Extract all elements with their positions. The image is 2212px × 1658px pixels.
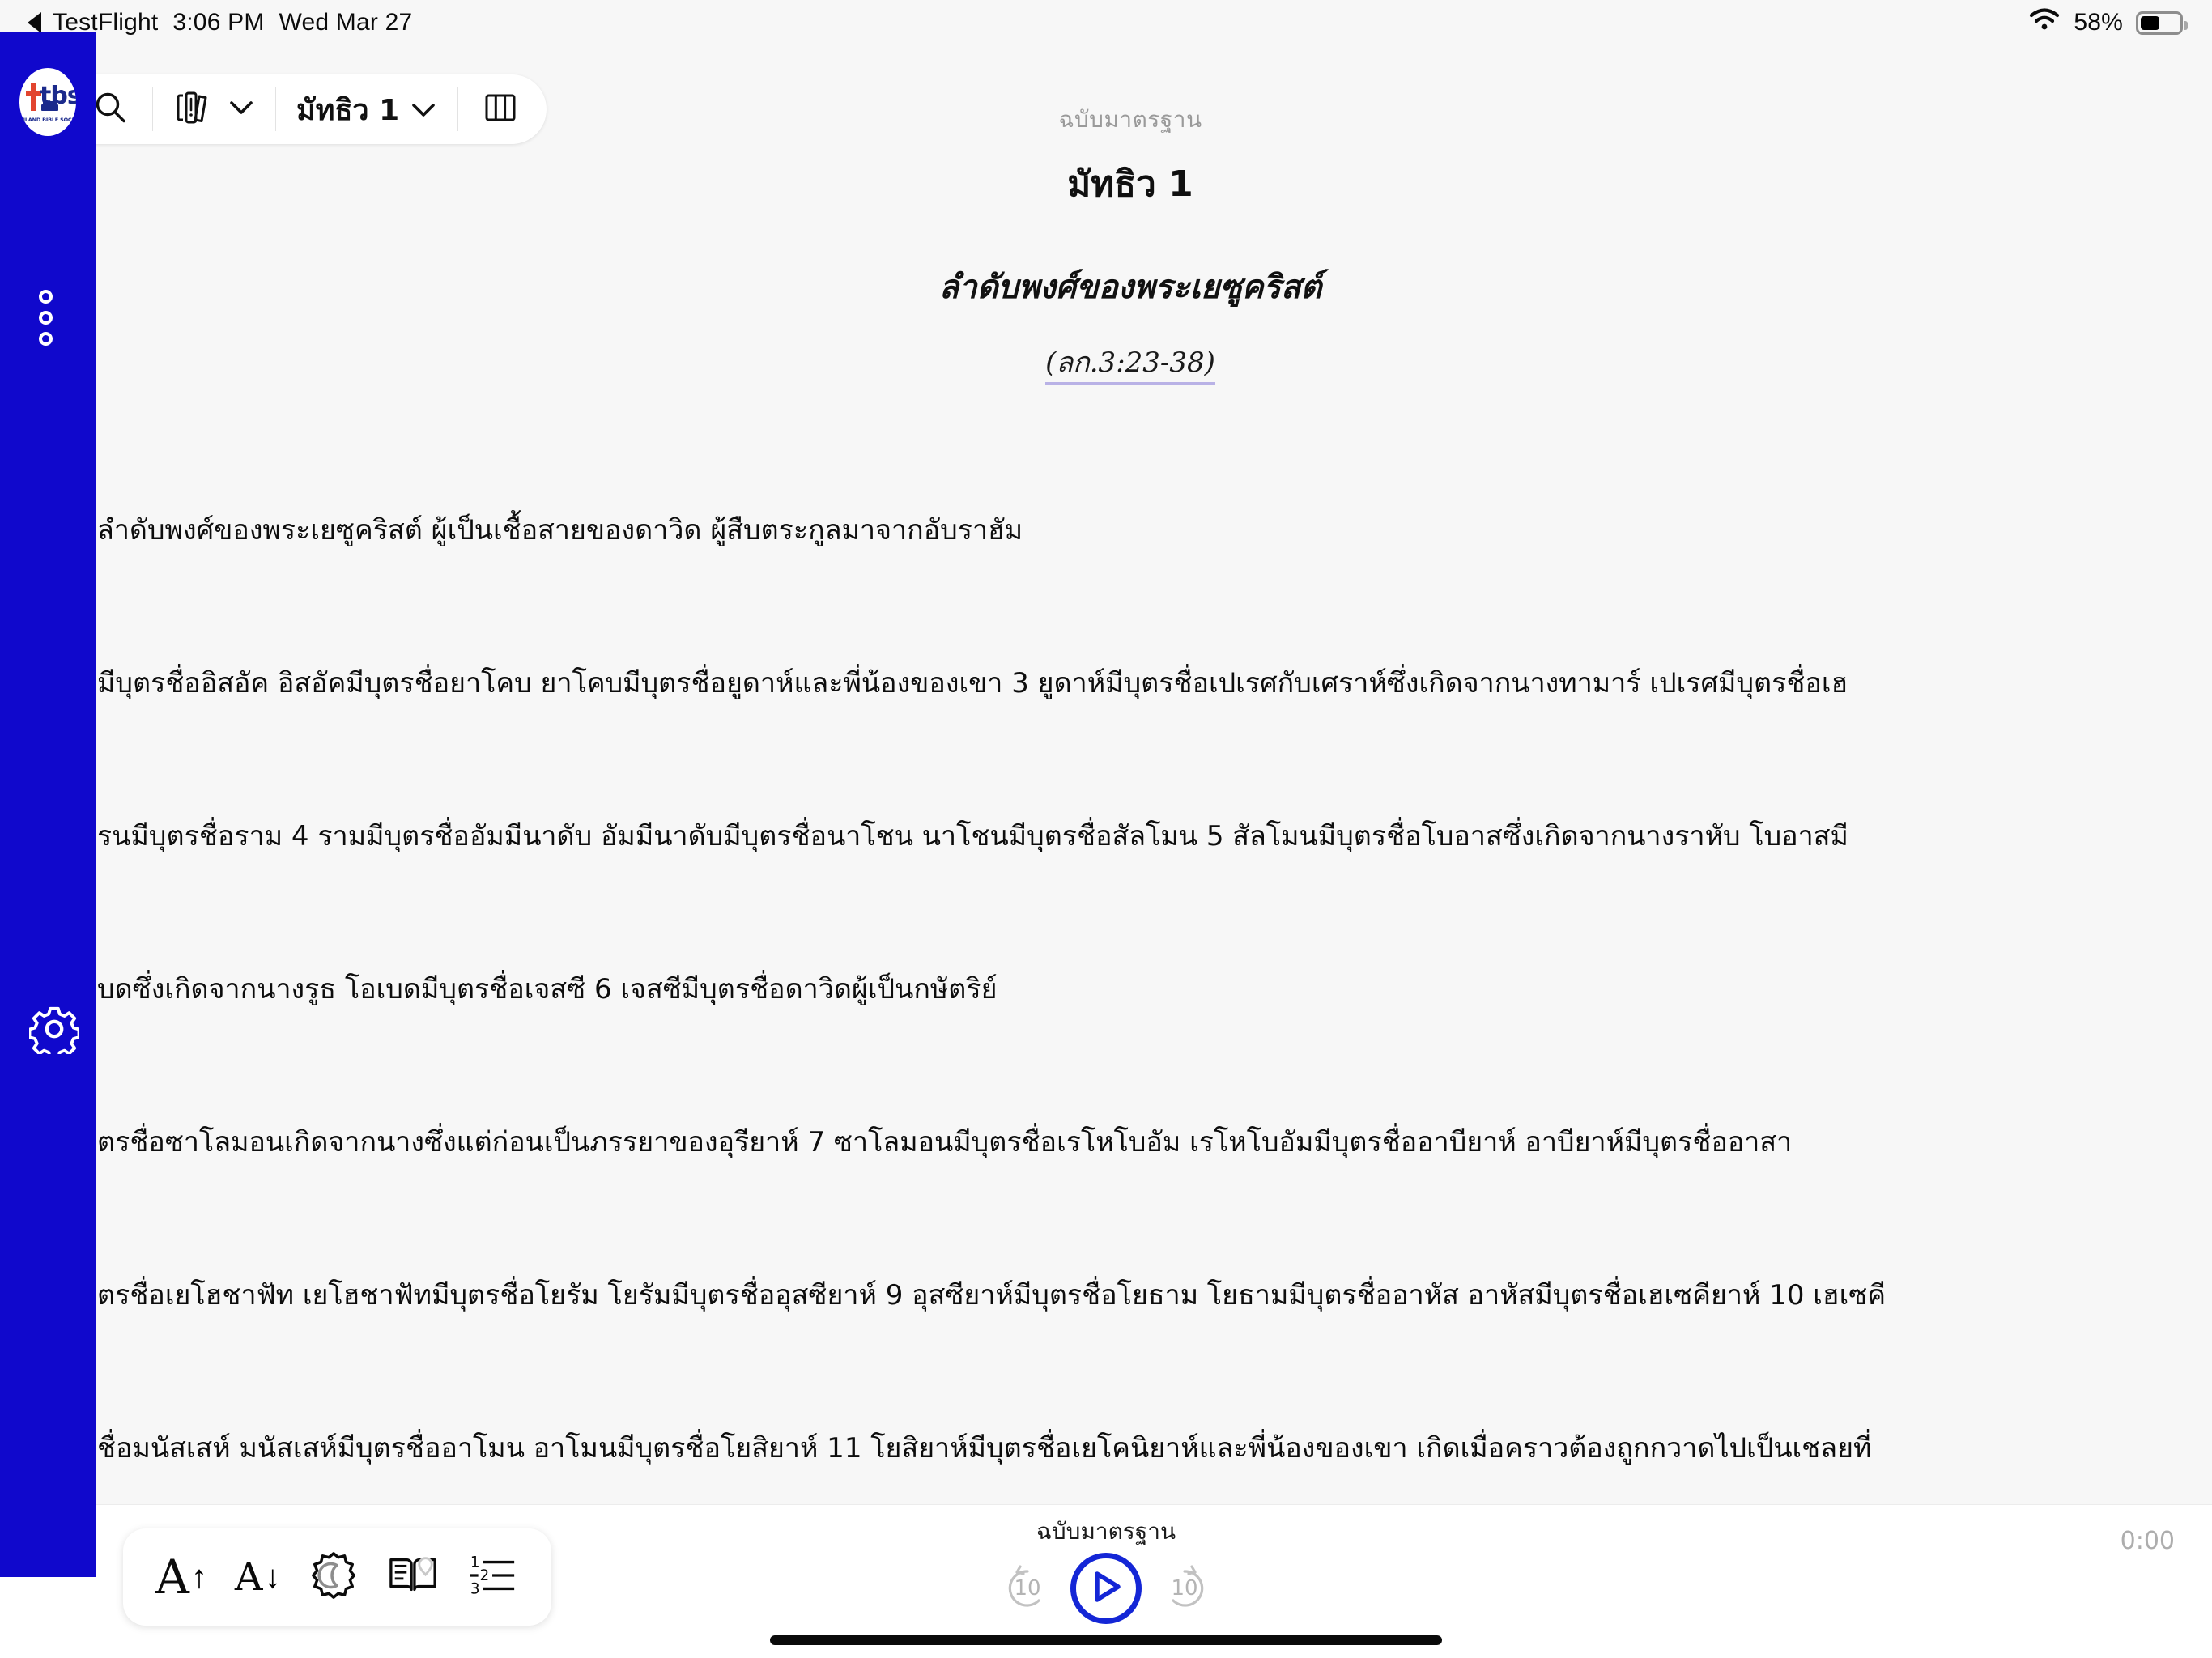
books-icon xyxy=(173,87,215,133)
columns-layout-icon xyxy=(482,89,519,130)
tbs-logo-caption: THAILAND BIBLE SOCIETY xyxy=(19,116,76,123)
tbs-logo-mark: tbs xyxy=(25,82,76,116)
text-line: ตรชื่อเยโฮชาฟัท เยโฮชาฟัทมีบุตรชื่อโยรัม… xyxy=(97,1279,1887,1312)
text-line: รนมีบุตรชื่อราม 4 รามมีบุตรชื่ออัมมีนาดั… xyxy=(97,820,1848,852)
chapter-title: มัทธิว 1 xyxy=(1067,164,1193,205)
study-book-button[interactable] xyxy=(386,1550,440,1605)
skip-forward-10-label: 10 xyxy=(1171,1576,1198,1601)
audio-controls: 10 10 xyxy=(1002,1553,1210,1624)
dark-mode-button[interactable] xyxy=(308,1550,359,1605)
bottom-bar-divider xyxy=(0,1504,2212,1505)
font-increase-button[interactable]: A ↑ xyxy=(155,1554,207,1601)
columns-layout-button[interactable] xyxy=(457,74,547,144)
gear-icon[interactable] xyxy=(28,1004,81,1060)
format-toolbar: A ↑ A ↓ 1 2 3 xyxy=(123,1528,551,1626)
font-decrease-button[interactable]: A ↓ xyxy=(235,1558,281,1596)
status-bar-right: 58% xyxy=(2028,7,2188,38)
chapter-selector-button[interactable]: มัทธิว 1 xyxy=(275,74,457,144)
svg-text:2: 2 xyxy=(479,1567,489,1584)
genealogy-paragraph[interactable]: ลำดับพงศ์ของพระเยซูคริสต์ ผู้เป็นเชื้อสา… xyxy=(0,403,2163,1504)
chevron-down-icon xyxy=(410,92,436,126)
audio-version-label: ฉบับมาตรฐาน xyxy=(1036,1518,1176,1545)
font-increase-letter: A xyxy=(155,1550,189,1605)
wifi-icon xyxy=(2028,7,2061,38)
text-line: มีบุตรชื่ออิสอัค อิสอัคมีบุตรชื่อยาโคบ ย… xyxy=(97,667,1848,699)
chevron-down-icon xyxy=(228,99,254,121)
text-line: ตรชื่อซาโลมอนเกิดจากนางซึ่งแต่ก่อนเป็นภร… xyxy=(97,1126,1793,1158)
reader-content: ฉบับมาตรฐาน มัทธิว 1 ลำดับพงศ์ของพระเยซู… xyxy=(97,45,2163,1504)
text-line: บดซึ่งเกิดจากนางรูธ โอเบดมีบุตรชื่อเจสซี… xyxy=(97,973,998,1005)
verse-numbers-icon: 1 2 3 xyxy=(467,1551,519,1604)
skip-back-10-button[interactable]: 10 xyxy=(1002,1563,1053,1613)
skip-forward-10-button[interactable]: 10 xyxy=(1159,1563,1210,1613)
skip-back-10-label: 10 xyxy=(1014,1576,1041,1601)
font-increase-arrow: ↑ xyxy=(190,1558,207,1595)
font-decrease-arrow: ↓ xyxy=(264,1558,281,1595)
text-line: ชื่อมนัสเสห์ มนัสเสห์มีบุตรชื่ออาโมน อาโ… xyxy=(97,1432,1872,1465)
dark-mode-icon xyxy=(308,1550,359,1605)
app-root: TestFlight 3:06 PM Wed Mar 27 58% ฉบับมา… xyxy=(0,0,2212,1658)
search-icon xyxy=(91,88,130,131)
section-crossref-genealogy[interactable]: (ลก.3:23-38) xyxy=(97,340,2163,385)
more-vertical-icon[interactable] xyxy=(39,290,53,346)
chapter-selector-label: มัทธิว 1 xyxy=(296,93,400,127)
play-icon xyxy=(1088,1568,1124,1609)
audio-elapsed-time: 0:00 xyxy=(2120,1527,2175,1555)
status-time: 3:06 PM xyxy=(172,9,265,36)
svg-text:1: 1 xyxy=(470,1554,479,1571)
left-sidebar[interactable]: tbs THAILAND BIBLE SOCIETY xyxy=(0,32,96,1577)
battery-percent: 58% xyxy=(2074,9,2123,36)
reader-page: ฉบับมาตรฐาน มัทธิว 1 ลำดับพงศ์ของพระเยซู… xyxy=(0,45,2212,1504)
books-selector-button[interactable] xyxy=(152,74,275,144)
top-toolbar: มัทธิว 1 xyxy=(58,74,547,144)
svg-text:3: 3 xyxy=(470,1580,479,1597)
home-indicator[interactable] xyxy=(770,1635,1442,1645)
text-line: ลำดับพงศ์ของพระเยซูคริสต์ ผู้เป็นเชื้อสา… xyxy=(97,514,1023,546)
section-heading-genealogy: ลำดับพงศ์ของพระเยซูคริสต์ xyxy=(938,269,1322,306)
font-decrease-letter: A xyxy=(234,1554,263,1600)
study-book-icon xyxy=(386,1550,440,1605)
audio-player: ฉบับมาตรฐาน 10 10 xyxy=(823,1514,1389,1624)
verse-numbers-button[interactable]: 1 2 3 xyxy=(467,1551,519,1604)
battery-icon xyxy=(2136,11,2188,35)
bottom-bar: A ↑ A ↓ 1 2 3 ฉบับมาตรฐาน 10 10 0:00 xyxy=(0,1504,2212,1658)
status-date: Wed Mar 27 xyxy=(279,9,413,36)
status-bar: TestFlight 3:06 PM Wed Mar 27 58% xyxy=(0,0,2212,45)
play-button[interactable] xyxy=(1070,1553,1142,1624)
back-arrow-icon[interactable] xyxy=(28,12,41,33)
tbs-logo-icon[interactable]: tbs THAILAND BIBLE SOCIETY xyxy=(19,68,76,136)
